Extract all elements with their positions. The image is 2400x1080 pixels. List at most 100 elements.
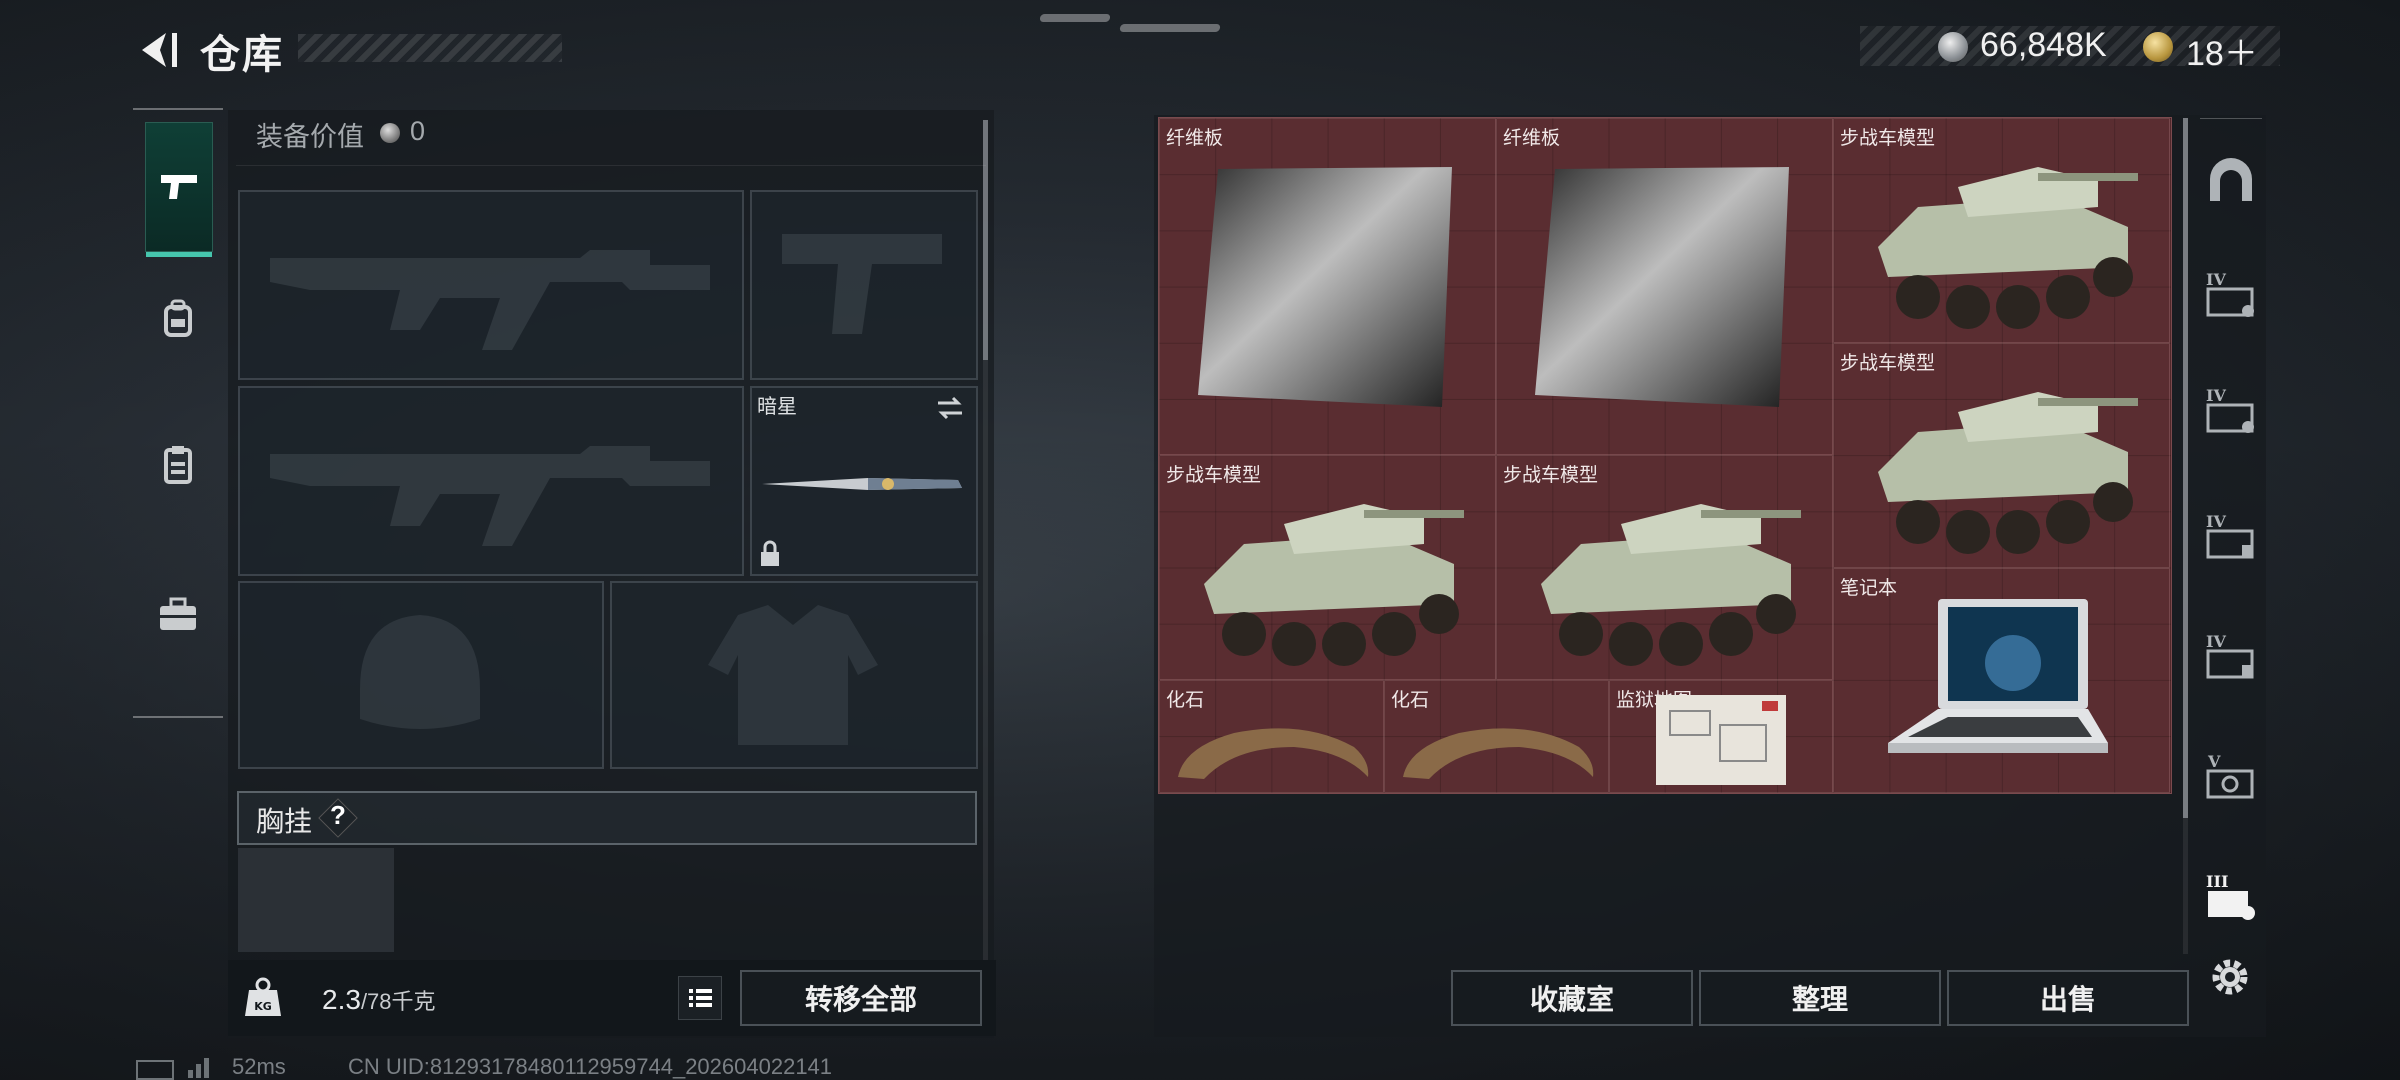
gold-coin-icon [2143, 32, 2173, 62]
item-name: 步战车模型 [1840, 128, 1936, 149]
tab-case-iv-2[interactable]: IV [2200, 360, 2262, 460]
storage-item[interactable]: 步战车模型 [1833, 118, 2170, 343]
fossil-claw-icon [1178, 728, 1369, 779]
svg-text:V: V [2207, 752, 2221, 771]
armor-silhouette-icon [708, 605, 878, 745]
divider [2200, 118, 2262, 119]
item-name: 步战车模型 [1166, 465, 1262, 486]
storage-item[interactable]: 步战车模型 [1833, 343, 2170, 568]
item-name: 化石 [1391, 690, 1430, 711]
swap-arrows-icon[interactable] [936, 396, 964, 420]
list-icon [689, 989, 712, 1007]
case-level-iii-icon: III [2206, 872, 2255, 920]
melee-weapon-name: 暗星 [757, 396, 797, 418]
title-decoration [298, 34, 562, 62]
tab-items[interactable] [145, 550, 211, 678]
case-level-iv-icon: IV [2206, 632, 2254, 679]
silver-coin-icon [380, 123, 400, 143]
ifv-model-icon [1204, 504, 1464, 666]
storage-item[interactable]: 步战车模型 [1496, 455, 1833, 680]
ping-readout: 52ms [232, 1054, 286, 1079]
pistol-silhouette-icon [782, 234, 942, 334]
ceiling-light [1039, 14, 1111, 22]
fiberboard-icon [1198, 167, 1452, 407]
tab-weapons[interactable] [145, 122, 213, 257]
weight-readout: 2.3/78千克 [322, 984, 436, 1016]
tab-case-v[interactable]: V [2200, 726, 2262, 826]
laptop-icon [1888, 599, 2108, 753]
back-arrow-icon [142, 33, 177, 67]
secondary-weapon-slot[interactable] [750, 190, 978, 380]
gold-currency-amount[interactable]: 18＋ [2186, 26, 2258, 75]
equipment-scroll-thumb[interactable] [983, 120, 988, 360]
case-level-v-icon: V [2206, 752, 2254, 799]
storage-item[interactable]: 化石 [1159, 680, 1384, 793]
user-uid: CN UID:81293178480112959744_202604022141 [348, 1054, 833, 1079]
tab-case-iv-4[interactable]: IV [2200, 606, 2262, 706]
storage-item[interactable]: 化石 [1384, 680, 1609, 793]
silver-coin-icon [1938, 32, 1968, 62]
transfer-all-button[interactable]: 转移全部 [740, 970, 982, 1026]
body-armor-slot[interactable] [610, 581, 978, 769]
storage-item[interactable]: 监狱地图 [1609, 680, 1833, 793]
tab-case-iv-3[interactable]: IV [2200, 486, 2262, 586]
svg-text:IV: IV [2206, 386, 2226, 405]
sort-button[interactable]: 整理 [1699, 970, 1941, 1026]
item-name: 化石 [1166, 690, 1205, 711]
chest-rig-label: 胸挂 [256, 806, 313, 837]
fossil-claw-icon [1403, 728, 1594, 779]
ifv-model-icon [1541, 504, 1801, 666]
tab-vault[interactable] [2200, 130, 2262, 230]
tab-case-iii[interactable]: III [2200, 846, 2262, 946]
item-name: 步战车模型 [1503, 465, 1599, 486]
chest-rig-slot[interactable] [238, 848, 394, 952]
tab-case-iv-1[interactable]: IV [2200, 244, 2262, 344]
back-button[interactable] [130, 25, 180, 75]
gear-icon [2212, 959, 2248, 995]
weight-kg-icon: KG [245, 977, 281, 1016]
equipment-value: 0 [410, 116, 426, 146]
toolbox-icon [160, 597, 196, 630]
knife-icon [762, 478, 962, 490]
helmet-slot[interactable] [238, 581, 604, 769]
tab-armor[interactable] [145, 400, 211, 528]
loadout-tabs [133, 108, 223, 718]
divider [236, 165, 986, 166]
clipboard-icon [164, 446, 192, 484]
svg-text:IV: IV [2206, 270, 2226, 289]
signal-icon [188, 1058, 209, 1078]
silver-currency-amount: 66,848K [1980, 26, 2107, 64]
svg-text:IV: IV [2206, 632, 2226, 651]
collection-room-button[interactable]: 收藏室 [1451, 970, 1693, 1026]
svg-text:III: III [2206, 872, 2228, 891]
page-title: 仓库 [200, 33, 284, 77]
primary-weapon-slot-2[interactable] [238, 386, 744, 576]
storage-item[interactable]: 步战车模型 [1159, 455, 1496, 680]
ifv-model-icon [1878, 167, 2138, 329]
map-icon [1656, 695, 1786, 785]
equipment-value-label: 装备价值 [256, 122, 364, 152]
ceiling-light [1119, 24, 1221, 32]
settings-button[interactable] [2205, 952, 2255, 1002]
primary-weapon-slot[interactable] [238, 190, 744, 380]
weight-current: 2.3 [322, 984, 361, 1015]
tab-backpack[interactable] [145, 255, 211, 383]
svg-text:KG: KG [254, 1000, 272, 1013]
storage-item[interactable]: 纤维板 [1496, 118, 1833, 455]
fiberboard-icon [1535, 167, 1789, 407]
item-name: 步战车模型 [1840, 353, 1936, 374]
ifv-model-icon [1878, 392, 2138, 554]
storage-scroll-thumb[interactable] [2183, 118, 2188, 818]
case-level-iv-icon: IV [2206, 270, 2254, 317]
list-view-button[interactable] [678, 976, 722, 1020]
rifle-silhouette-icon [270, 250, 710, 350]
backpack-icon [164, 299, 192, 337]
storage-item[interactable]: 笔记本 [1833, 568, 2170, 793]
helmet-silhouette-icon [360, 615, 480, 729]
case-level-iv-icon: IV [2206, 512, 2254, 559]
svg-text:IV: IV [2206, 512, 2226, 531]
sell-button[interactable]: 出售 [1947, 970, 2189, 1026]
case-level-iv-icon: IV [2206, 386, 2254, 433]
storage-item[interactable]: 纤维板 [1159, 118, 1496, 455]
item-name: 纤维板 [1503, 128, 1561, 149]
